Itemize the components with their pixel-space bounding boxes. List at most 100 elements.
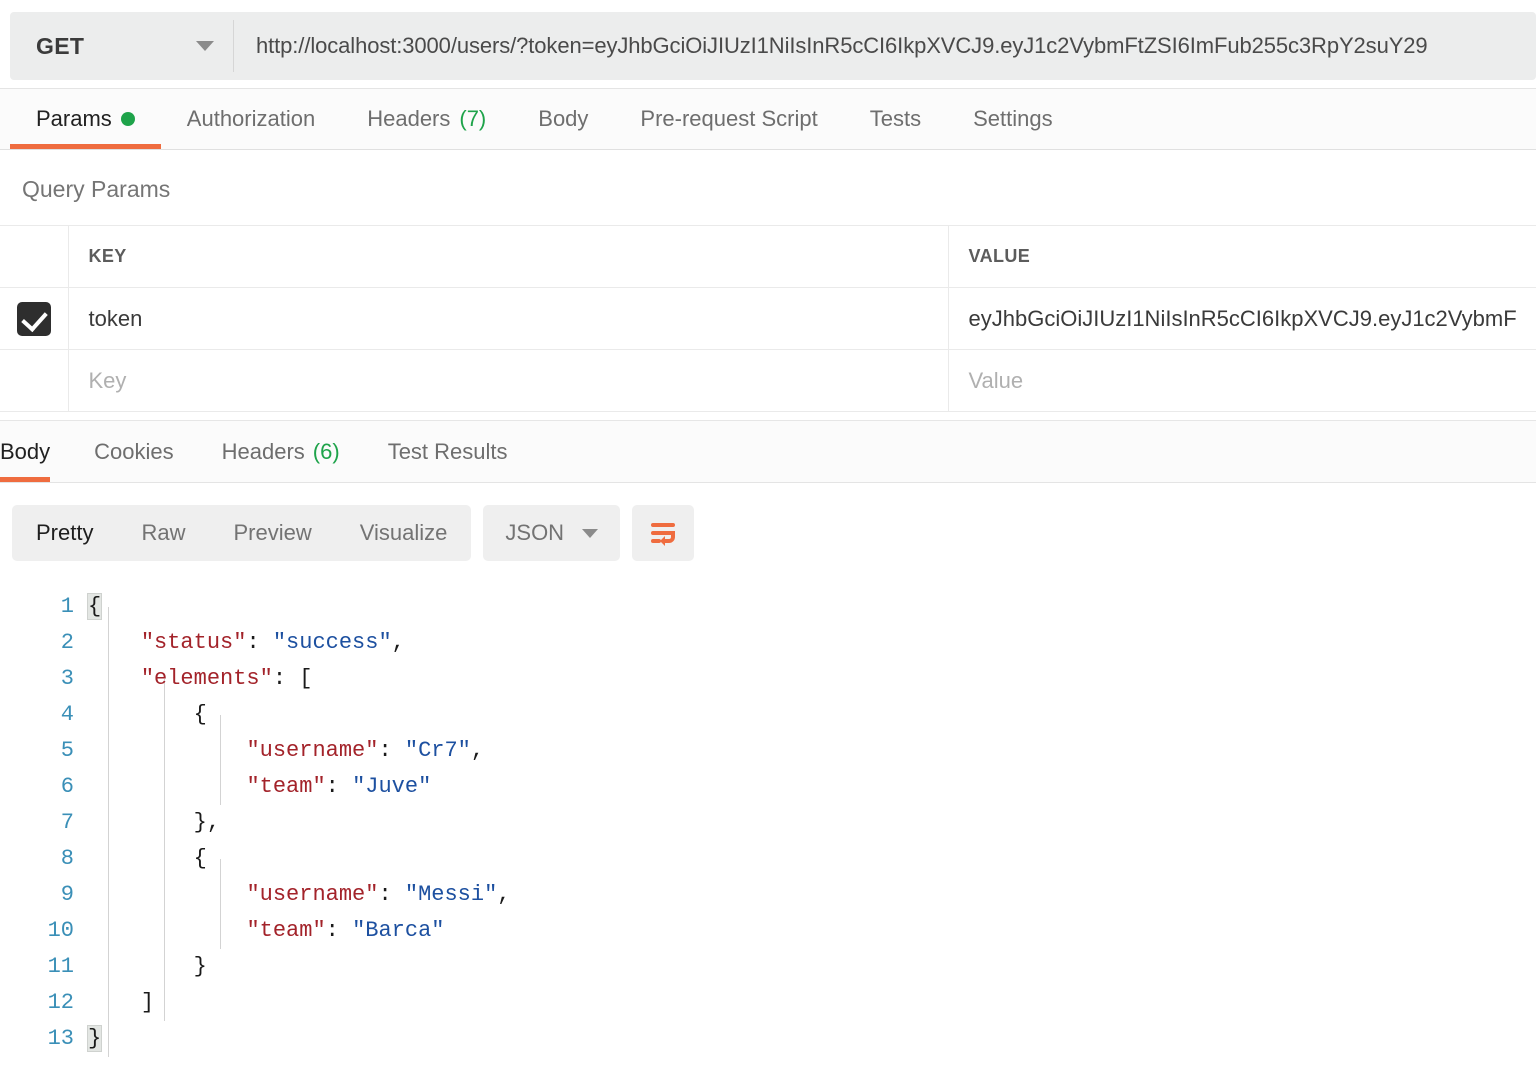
row-checkbox-cell: [0, 287, 69, 350]
row-checkbox-cell-empty: [0, 349, 69, 412]
tab-settings-label: Settings: [973, 106, 1053, 131]
line-number: 8: [60, 846, 74, 871]
view-mode-pretty[interactable]: Pretty: [12, 505, 117, 561]
code-line: ]: [88, 985, 1536, 1021]
param-value-placeholder: Value: [968, 367, 1024, 393]
response-tab-bar: Body Cookies Headers (6) Test Results: [0, 421, 1536, 483]
tab-body[interactable]: Body: [512, 89, 614, 149]
code-token: "Messi": [404, 882, 498, 907]
code-token: "success": [272, 630, 392, 655]
code-line: "username": "Cr7",: [88, 733, 1536, 769]
param-key-placeholder: Key: [88, 367, 127, 393]
code-token: ,: [470, 738, 485, 763]
tab-settings[interactable]: Settings: [947, 89, 1079, 149]
code-token: "status": [140, 630, 247, 655]
line-number: 2: [60, 630, 74, 655]
code-line: }: [86, 1021, 1536, 1057]
line-number: 13: [47, 1026, 74, 1051]
code-token: :: [378, 882, 405, 907]
response-tab-body-label: Body: [0, 438, 51, 464]
tab-tests-label: Tests: [869, 106, 922, 131]
word-wrap-icon: [651, 523, 676, 546]
code-token: },: [193, 810, 221, 835]
http-method-label: GET: [36, 32, 85, 59]
code-token: "Barca": [352, 918, 445, 943]
code-token: {: [193, 702, 207, 727]
chevron-down-icon: [582, 528, 599, 538]
query-params-table: KEY VALUE token eyJhbGciOiJIUzI1NiIsInR5…: [0, 225, 1536, 412]
code-line: {: [86, 589, 1536, 625]
matching-brace: }: [86, 1025, 103, 1052]
url-input[interactable]: http://localhost:3000/users/?token=eyJhb…: [234, 12, 1536, 80]
response-tab-headers-label: Headers: [221, 438, 305, 464]
view-mode-raw[interactable]: Raw: [117, 505, 209, 561]
code-line: "status": "success",: [88, 625, 1536, 661]
param-key-value: token: [88, 305, 143, 331]
code-token: ,: [391, 630, 405, 655]
table-header-row: KEY VALUE: [0, 225, 1536, 288]
response-tab-cookies[interactable]: Cookies: [70, 421, 197, 482]
param-value-value: eyJhbGciOiJIUzI1NiIsInR5cCI6IkpXVCJ9.eyJ…: [968, 305, 1517, 331]
http-method-select[interactable]: GET: [10, 12, 234, 80]
code-line: "team": "Juve": [88, 769, 1536, 805]
line-number: 7: [60, 810, 74, 835]
tab-authorization-label: Authorization: [186, 106, 316, 131]
tab-headers-count: (7): [459, 106, 487, 131]
response-tab-cookies-label: Cookies: [94, 438, 174, 464]
language-select-label: JSON: [505, 520, 565, 545]
line-number: 10: [47, 918, 74, 943]
params-active-dot-icon: [120, 112, 135, 126]
table-row: Key Value: [0, 349, 1536, 412]
code-token: :: [378, 738, 405, 763]
language-select[interactable]: JSON: [483, 505, 621, 561]
code-line: "username": "Messi",: [88, 877, 1536, 913]
code-line: {: [88, 697, 1536, 733]
row-value-cell[interactable]: eyJhbGciOiJIUzI1NiIsInR5cCI6IkpXVCJ9.eyJ…: [947, 287, 1536, 350]
tab-body-label: Body: [538, 106, 589, 131]
code-line: "team": "Barca": [88, 913, 1536, 949]
code-gutter: 1 2 3 4 5 6 7 8 9 10 11 12 13: [0, 589, 88, 1057]
chevron-down-icon: [196, 41, 214, 51]
view-mode-visualize[interactable]: Visualize: [336, 505, 472, 561]
header-key: KEY: [67, 225, 949, 288]
response-body-code-viewer[interactable]: 1 2 3 4 5 6 7 8 9 10 11 12 13 { "status"…: [0, 581, 1536, 1057]
url-text: http://localhost:3000/users/?token=eyJhb…: [256, 33, 1428, 58]
code-token: : [: [272, 666, 313, 691]
tab-headers[interactable]: Headers (7): [341, 89, 512, 149]
tab-pre-request-script[interactable]: Pre-request Script: [614, 89, 843, 149]
code-token: :: [325, 918, 353, 943]
line-number: 3: [60, 666, 74, 691]
code-token: ,: [497, 882, 511, 907]
code-line: },: [88, 805, 1536, 841]
line-number: 11: [47, 954, 74, 979]
response-tab-headers[interactable]: Headers (6): [198, 421, 364, 482]
row-value-cell-empty[interactable]: Value: [947, 349, 1536, 412]
row-key-cell-empty[interactable]: Key: [67, 349, 949, 412]
tab-params[interactable]: Params: [10, 89, 161, 149]
tab-authorization[interactable]: Authorization: [161, 89, 341, 149]
param-enabled-checkbox[interactable]: [16, 301, 51, 336]
tab-pre-request-script-label: Pre-request Script: [640, 106, 818, 131]
code-line: }: [88, 949, 1536, 985]
tab-tests[interactable]: Tests: [844, 89, 947, 149]
view-mode-preview[interactable]: Preview: [209, 505, 335, 561]
word-wrap-button[interactable]: [632, 505, 695, 561]
code-token: ]: [140, 990, 155, 1015]
line-number: 12: [47, 990, 74, 1015]
line-number: 6: [60, 774, 74, 799]
code-token: "elements": [140, 666, 273, 691]
code-token: {: [193, 846, 207, 871]
header-checkbox-cell: [0, 225, 69, 288]
response-tab-test-results[interactable]: Test Results: [364, 421, 532, 482]
request-tab-bar: Params Authorization Headers (7) Body Pr…: [0, 88, 1536, 150]
line-number: 9: [60, 882, 74, 907]
line-number: 5: [60, 738, 74, 763]
code-token: "team": [246, 918, 326, 943]
code-token: "Cr7": [404, 738, 471, 763]
code-token: "username": [246, 738, 379, 763]
response-tab-body[interactable]: Body: [0, 421, 70, 482]
code-line: "elements": [: [88, 661, 1536, 697]
code-token: "team": [246, 774, 326, 799]
row-key-cell[interactable]: token: [67, 287, 949, 350]
matching-brace: {: [86, 593, 103, 620]
